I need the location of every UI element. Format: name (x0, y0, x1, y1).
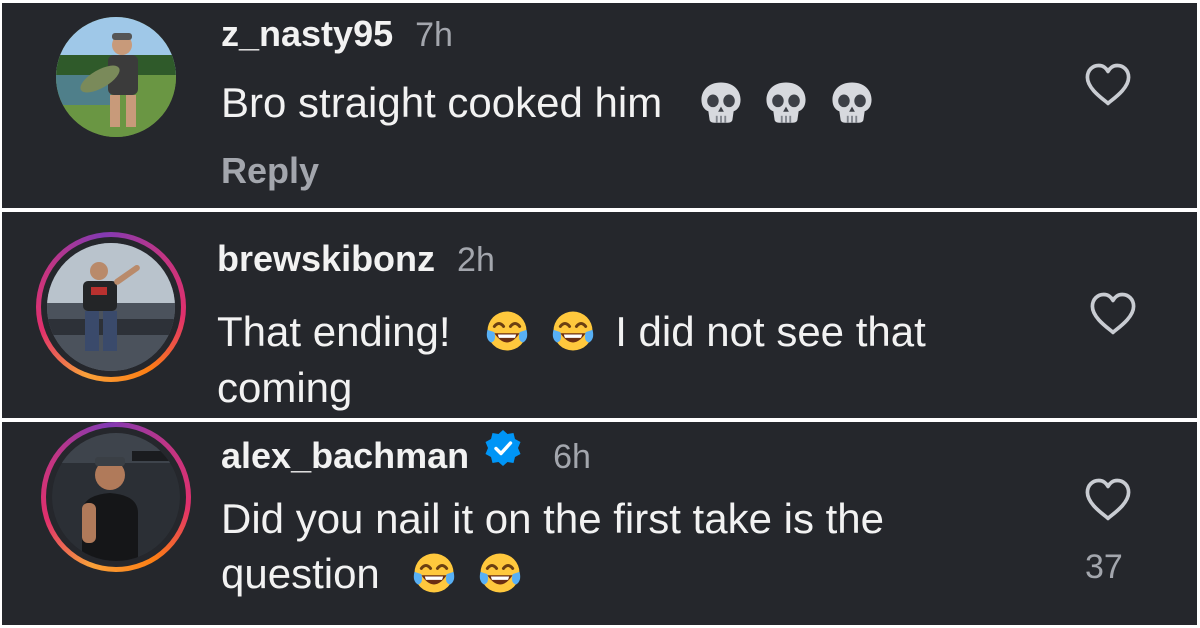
comment-meta: alex_bachman 6h (221, 428, 591, 477)
comment-card: alex_bachman 6h Did you nail it on the f… (2, 422, 1197, 625)
heart-outline-icon[interactable] (1087, 288, 1139, 340)
tears-of-joy-emoji (550, 308, 596, 354)
verified-badge-icon (483, 428, 523, 468)
avatar[interactable] (52, 433, 180, 561)
avatar[interactable] (47, 243, 175, 371)
tears-of-joy-emoji (411, 550, 457, 596)
heart-outline-icon[interactable] (1082, 59, 1134, 111)
comment-text-body: question (221, 550, 380, 597)
avatar-photo-athlete (52, 433, 180, 561)
comment-text-body: Bro straight cooked him (221, 79, 663, 126)
comment-text-line-1: Did you nail it on the first take is the (221, 495, 884, 542)
skull-emoji (763, 79, 809, 125)
username[interactable]: z_nasty95 (221, 13, 393, 55)
timestamp: 2h (457, 241, 495, 279)
tears-of-joy-emoji (484, 308, 530, 354)
comment-card: brewskibonz 2h That ending! I did not se… (2, 212, 1197, 418)
like-count: 37 (1085, 548, 1123, 586)
comment-card: z_nasty95 7h Bro straight cooked him Rep… (2, 3, 1197, 208)
comment-meta: z_nasty95 7h (221, 13, 453, 55)
comment-text: question (221, 546, 531, 602)
avatar[interactable] (56, 17, 176, 137)
avatar-photo-fisherman (56, 17, 176, 137)
comment-text-line-2: coming (217, 364, 353, 411)
comment-text-body: That ending! (217, 308, 451, 355)
timestamp: 6h (553, 438, 591, 476)
reply-button[interactable]: Reply (221, 150, 319, 192)
tears-of-joy-emoji (477, 550, 523, 596)
skull-emoji (829, 79, 875, 125)
comment-text: That ending! I did not see that (217, 304, 926, 360)
comment-meta: brewskibonz 2h (217, 238, 495, 280)
comment-text-body-continued: I did not see that (615, 308, 926, 355)
skull-emoji (698, 79, 744, 125)
comment-text: Bro straight cooked him (221, 75, 883, 131)
timestamp: 7h (415, 16, 453, 54)
username[interactable]: alex_bachman (221, 435, 469, 477)
heart-outline-icon[interactable] (1082, 474, 1134, 526)
avatar-photo-man-seated (47, 243, 175, 371)
username[interactable]: brewskibonz (217, 238, 435, 280)
